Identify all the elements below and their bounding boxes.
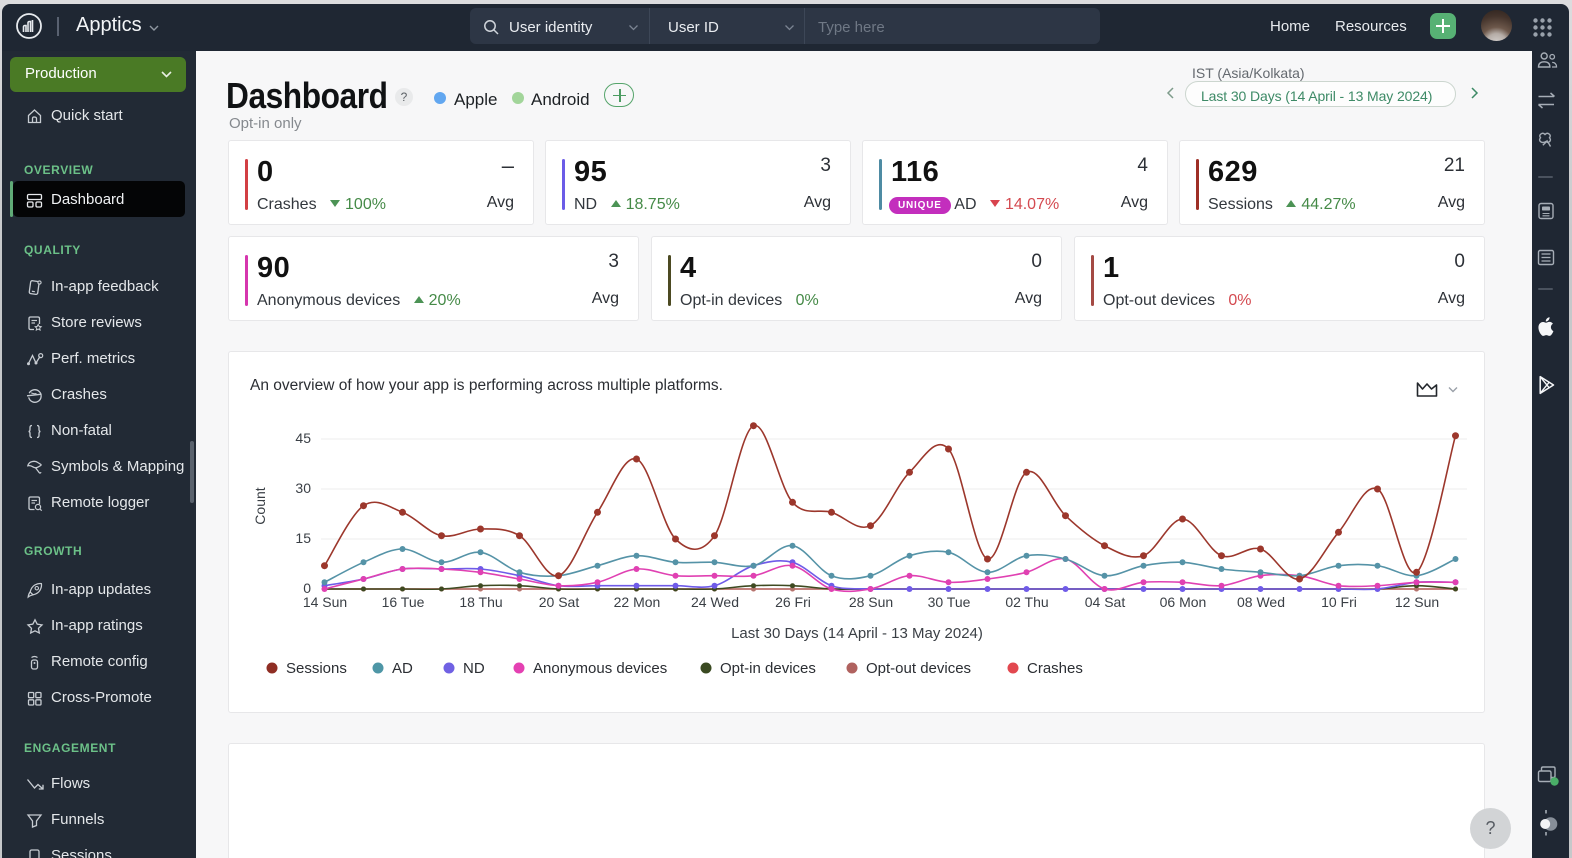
svg-text:14 Sun: 14 Sun <box>303 594 347 610</box>
svg-text:Last 30 Days (14 April - 13 Ma: Last 30 Days (14 April - 13 May 2024) <box>731 625 983 642</box>
svg-text:26 Fri: 26 Fri <box>775 594 811 610</box>
svg-text:02 Thu: 02 Thu <box>1005 594 1048 610</box>
svg-text:AD: AD <box>392 660 413 677</box>
svg-text:16 Tue: 16 Tue <box>382 594 425 610</box>
svg-text:20 Sat: 20 Sat <box>539 594 580 610</box>
svg-text:Crashes: Crashes <box>1027 660 1083 677</box>
svg-text:10 Fri: 10 Fri <box>1321 594 1357 610</box>
svg-text:24 Wed: 24 Wed <box>691 594 739 610</box>
svg-text:15: 15 <box>295 530 311 546</box>
svg-text:Anonymous devices: Anonymous devices <box>533 660 667 677</box>
svg-text:Opt-in devices: Opt-in devices <box>720 660 816 677</box>
svg-text:18 Thu: 18 Thu <box>459 594 502 610</box>
svg-text:ND: ND <box>463 660 485 677</box>
svg-text:22 Mon: 22 Mon <box>614 594 661 610</box>
svg-text:Sessions: Sessions <box>286 660 347 677</box>
svg-text:28 Sun: 28 Sun <box>849 594 893 610</box>
svg-text:12 Sun: 12 Sun <box>1395 594 1439 610</box>
svg-text:06 Mon: 06 Mon <box>1160 594 1207 610</box>
svg-text:30: 30 <box>295 480 311 496</box>
svg-text:04 Sat: 04 Sat <box>1085 594 1126 610</box>
svg-text:Count: Count <box>252 487 268 524</box>
svg-text:45: 45 <box>295 430 311 446</box>
svg-text:Opt-out devices: Opt-out devices <box>866 660 971 677</box>
svg-text:08 Wed: 08 Wed <box>1237 594 1285 610</box>
svg-text:30 Tue: 30 Tue <box>928 594 971 610</box>
